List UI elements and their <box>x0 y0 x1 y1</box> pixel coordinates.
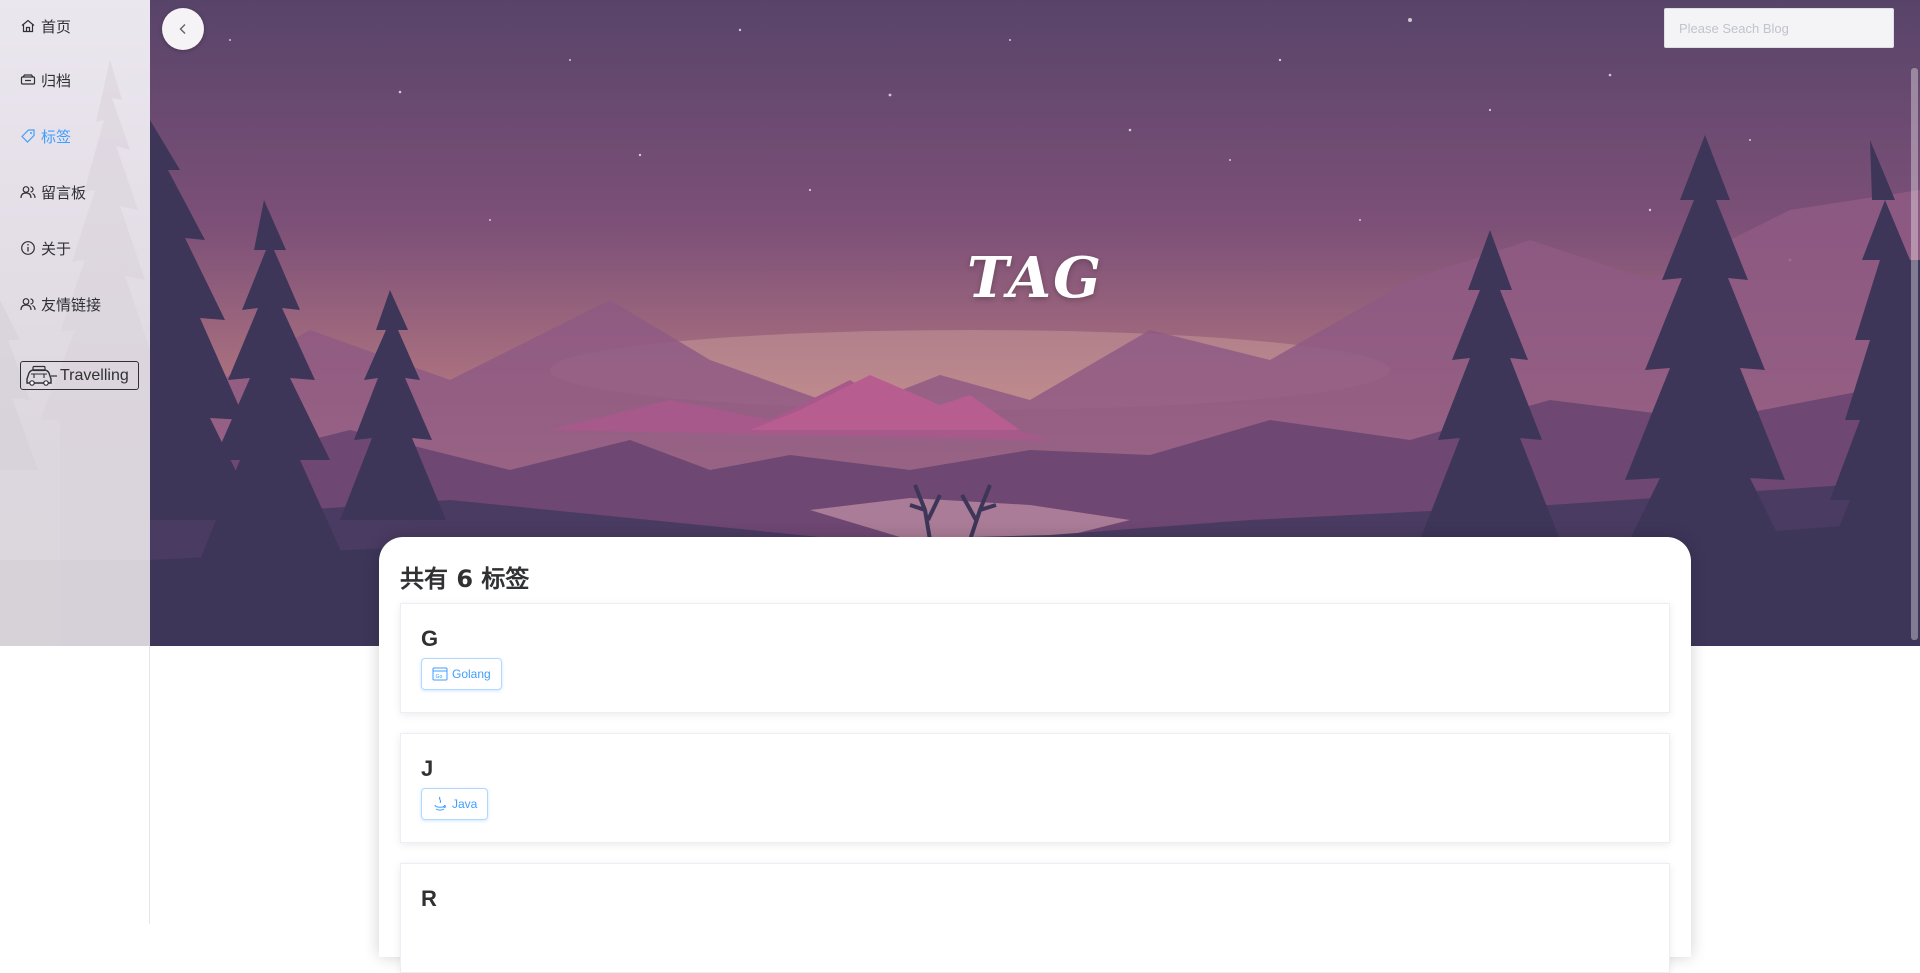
travelling-label: Travelling <box>60 366 129 384</box>
sidebar-item-friend-links[interactable]: 友情链接 <box>0 276 150 332</box>
sidebar-item-label: 归档 <box>41 71 72 90</box>
info-icon <box>20 240 36 256</box>
tag-java[interactable]: Java <box>421 788 489 820</box>
java-icon <box>432 796 448 812</box>
tag-group-letter: J <box>421 756 434 781</box>
tag-group-letter: G <box>421 626 439 651</box>
tag-label: Java <box>452 797 478 811</box>
page-scrollbar[interactable] <box>1911 68 1918 640</box>
tag-icon <box>20 128 36 144</box>
sidebar-item-label: 留言板 <box>41 183 87 202</box>
tag-golang[interactable]: Go Golang <box>421 658 502 690</box>
home-icon <box>20 18 36 34</box>
sidebar-item-label: 标签 <box>41 127 72 146</box>
search-input[interactable] <box>1664 8 1894 48</box>
sidebar-item-label: 友情链接 <box>41 295 102 314</box>
sidebar-item-label: 关于 <box>41 239 72 258</box>
sidebar-item-tags[interactable]: 标签 <box>0 108 150 164</box>
sidebar-item-home[interactable]: 首页 <box>0 0 150 52</box>
sidebar-item-about[interactable]: 关于 <box>0 220 150 276</box>
tag-group: R <box>400 863 1670 973</box>
travel-car-icon <box>24 365 58 387</box>
tag-group-letter: R <box>421 886 437 911</box>
tags-card: 共有 6 标签 G Go Golang J Java R <box>379 537 1691 973</box>
users-icon <box>20 296 36 312</box>
tag-group: G Go Golang <box>400 603 1670 713</box>
page-hero-title: TAG <box>967 245 1103 311</box>
chevron-left-icon <box>177 20 189 39</box>
tag-count-title: 共有 6 标签 <box>400 565 530 593</box>
sidebar-item-guestbook[interactable]: 留言板 <box>0 164 150 220</box>
tag-label: Golang <box>452 667 491 681</box>
sidebar: 首页 归档 标签 留言板 关于 友情链接 Travelling <box>0 0 150 924</box>
golang-icon: Go <box>432 666 448 682</box>
travelling-link[interactable]: Travelling <box>20 361 139 390</box>
users-icon <box>20 184 36 200</box>
sidebar-item-archive[interactable]: 归档 <box>0 52 150 108</box>
svg-text:Go: Go <box>436 674 443 680</box>
sidebar-item-label: 首页 <box>41 17 72 36</box>
tag-group: J Java <box>400 733 1670 843</box>
archive-icon <box>20 72 36 88</box>
sidebar-nav: 首页 归档 标签 留言板 关于 友情链接 <box>0 0 150 332</box>
back-button[interactable] <box>162 8 204 50</box>
